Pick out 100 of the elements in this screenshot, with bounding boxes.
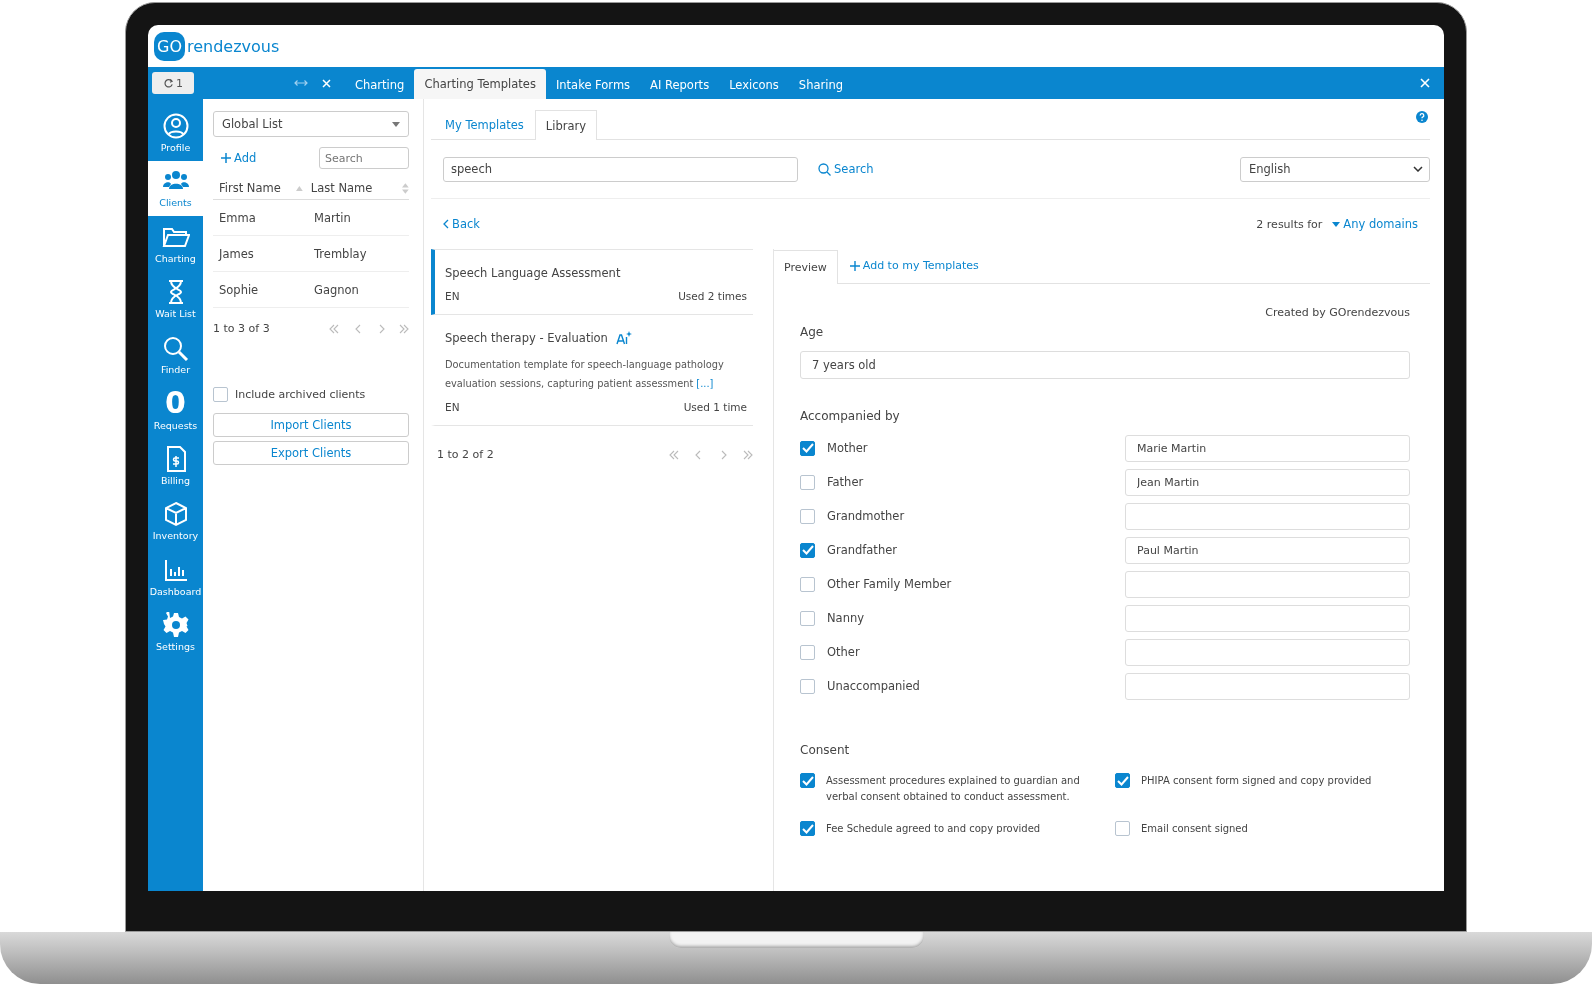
plus-icon <box>221 153 231 163</box>
field-label: Age <box>800 325 825 339</box>
checkbox-label: Grandmother <box>827 509 905 523</box>
user-circle-icon <box>161 112 190 139</box>
sidebar-item[interactable]: Clients <box>148 160 203 216</box>
sort-icon[interactable] <box>296 185 303 191</box>
checkbox[interactable] <box>1115 821 1130 836</box>
add-button[interactable]: Add <box>221 151 257 165</box>
list-select[interactable]: Global List <box>213 111 409 137</box>
template-card[interactable]: Speech Language Assessment EN Used 2 times <box>431 249 753 315</box>
chevron-down-icon <box>1413 166 1423 172</box>
checkbox-label: Other <box>827 645 860 659</box>
pagination-text: 1 to 3 of 3 <box>213 322 270 335</box>
language-code: EN <box>445 290 460 302</box>
close-icon[interactable] <box>1420 78 1430 88</box>
checkbox[interactable] <box>800 773 815 788</box>
sidebar-item[interactable]: Inventory <box>148 493 203 549</box>
usage-count: Used 1 time <box>683 401 747 413</box>
table-cell-text: James <box>219 246 255 261</box>
name-field[interactable] <box>1125 638 1410 666</box>
checkbox[interactable] <box>800 440 815 456</box>
name-field[interactable]: Jean Martin <box>1125 468 1410 496</box>
column-header[interactable]: Last Name <box>310 181 403 195</box>
search-icon <box>161 334 190 361</box>
sidebar-item[interactable]: Charting <box>148 216 203 272</box>
preview-tab[interactable]: Preview <box>774 250 838 284</box>
search-button[interactable]: Search <box>818 162 874 176</box>
results-text: 2 results for <box>1256 217 1323 231</box>
checkbox-label: Assessment procedures explained to guardian and verbal consent obtained to conduct assessment. <box>826 774 1081 804</box>
resize-icon[interactable] <box>294 79 308 87</box>
refresh-icon <box>163 77 174 89</box>
pagination-icon[interactable] <box>669 449 753 460</box>
language-code: EN <box>445 401 460 413</box>
settings-icon <box>161 612 190 639</box>
close-icon[interactable] <box>322 78 331 88</box>
pagination-icon[interactable] <box>329 323 409 334</box>
checkbox[interactable] <box>800 576 815 592</box>
checkbox-label: Other Family Member <box>827 577 952 591</box>
more-link[interactable]: [...] <box>696 378 714 389</box>
domain-filter[interactable]: Any domains <box>1332 217 1418 231</box>
action-button[interactable]: Import Clients <box>213 413 409 437</box>
sidebar-item[interactable]: Profile <box>148 105 203 161</box>
sidebar-item[interactable]: Wait List <box>148 271 203 327</box>
refresh-counter-button[interactable]: 1 <box>152 72 194 94</box>
name-field[interactable]: Paul Martin <box>1125 536 1410 564</box>
checkbox[interactable] <box>1115 773 1130 788</box>
sort-icon[interactable] <box>402 182 409 194</box>
section-label: Accompanied by <box>800 409 901 423</box>
template-description: Documentation template for speech-language pathology evaluation sessions, capturing patient assessment [...] <box>445 358 725 391</box>
nav-tab[interactable]: Charting Templates <box>414 69 546 99</box>
language-select[interactable]: English <box>1240 156 1430 182</box>
nav-tab[interactable]: Intake Forms <box>545 71 641 99</box>
checkbox-label: Nanny <box>827 611 865 625</box>
back-link[interactable]: Back <box>443 217 480 231</box>
author-text: Created by GOrendezvous <box>1264 306 1410 319</box>
checkbox[interactable] <box>213 387 228 402</box>
name-field[interactable]: Marie Martin <box>1125 434 1410 462</box>
tab[interactable]: Library <box>534 110 598 140</box>
tab[interactable]: My Templates <box>434 110 535 139</box>
sidebar-item[interactable]: Finder <box>148 327 203 383</box>
checkbox-label: Grandfather <box>827 543 897 557</box>
template-card[interactable]: Speech therapy - Evaluation Documentation template for speech-language pathology evaluation sessions, capturing patient assessment [...] EN Used 1 time <box>431 315 753 426</box>
age-field[interactable]: 7 years old <box>800 351 1410 379</box>
checkbox-label: Email consent signed <box>1141 822 1248 836</box>
nav-tab[interactable]: Charting <box>345 71 415 99</box>
caret-icon <box>1332 221 1341 227</box>
action-button[interactable]: Export Clients <box>213 441 409 465</box>
name-field[interactable] <box>1125 502 1410 530</box>
name-field[interactable] <box>1125 672 1410 700</box>
nav-tab[interactable]: Sharing <box>788 71 853 99</box>
checkbox[interactable] <box>800 610 815 626</box>
pagination-text: 1 to 2 of 2 <box>437 448 494 461</box>
help-icon[interactable] <box>1416 111 1428 123</box>
table-cell-text: Sophie <box>219 282 260 297</box>
sidebar-item[interactable]: Dashboard <box>148 549 203 605</box>
search-field[interactable]: speech <box>443 156 798 182</box>
nav-tab[interactable]: Lexicons <box>719 71 789 99</box>
checkbox[interactable] <box>800 644 815 660</box>
column-header[interactable]: First Name <box>219 181 297 195</box>
name-field[interactable] <box>1125 570 1410 598</box>
search-field[interactable]: Search <box>319 147 409 169</box>
sidebar-item[interactable]: Billing <box>148 438 203 494</box>
checkbox-label: PHIPA consent form signed and copy provided <box>1141 774 1372 788</box>
name-field[interactable] <box>1125 604 1410 632</box>
checkbox[interactable] <box>800 508 815 524</box>
checkbox[interactable] <box>800 474 815 490</box>
section-label: Consent <box>800 743 851 757</box>
checkbox[interactable] <box>800 678 815 694</box>
logo-mark: GO <box>154 31 185 61</box>
nav-tab[interactable]: AI Reports <box>640 71 720 99</box>
table-cell-text: Gagnon <box>314 282 360 297</box>
sidebar-item[interactable]: 0 Requests <box>148 382 203 438</box>
sidebar-item[interactable]: Settings <box>148 604 203 660</box>
add-to-templates-button[interactable]: Add to my Templates <box>849 259 979 272</box>
table-cell-text: Tremblay <box>314 246 368 261</box>
checkbox-label: Unaccompanied <box>827 679 920 693</box>
search-icon <box>818 162 831 176</box>
checkbox[interactable] <box>800 821 815 836</box>
plus-icon <box>849 260 860 271</box>
checkbox[interactable] <box>800 542 815 558</box>
